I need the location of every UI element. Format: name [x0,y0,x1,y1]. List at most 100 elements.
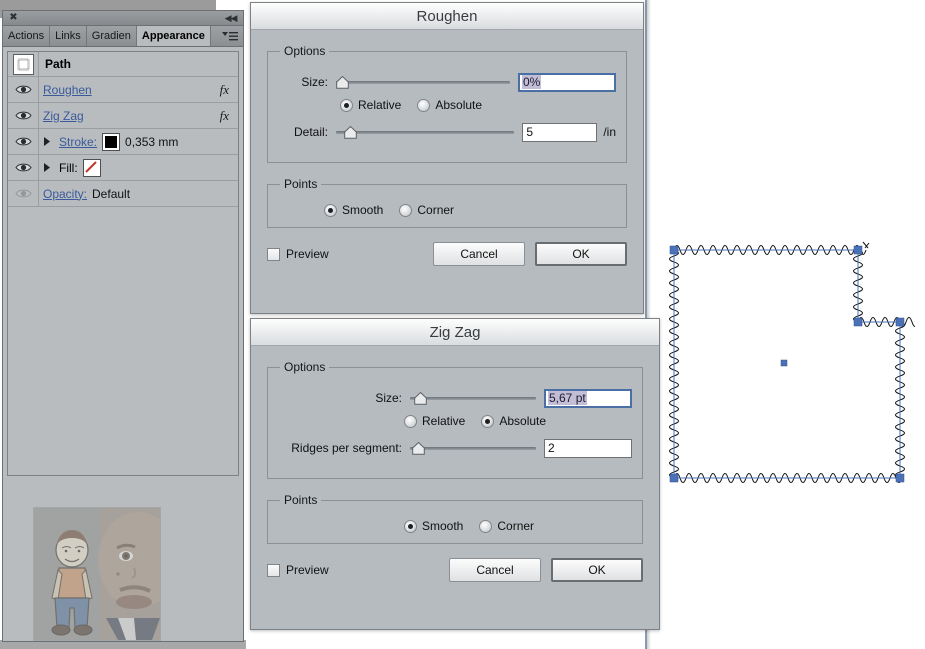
zigzag-options-legend: Options [284,360,326,374]
path-label: Path [45,57,72,71]
fx-icon[interactable]: fx [220,108,229,124]
roughen-size-row[interactable]: Size: 0% [278,70,616,94]
zigzag-button-row[interactable]: Preview Cancel OK [267,558,643,582]
fill-row-label[interactable]: Fill: [55,158,101,177]
zigzag-row-label[interactable]: Zig Zag [39,109,84,123]
zigzag-points-radios[interactable]: Smooth Corner [404,519,632,533]
zigzag-ridges-slider[interactable] [410,441,536,455]
roughen-detail-unit: /in [603,125,616,139]
zigzag-relative-label: Relative [422,414,466,428]
roughen-detail-label: Detail: [293,125,328,139]
appearance-panel[interactable]: ✖ ◀◀ Actions Links Gradien Appearance Pa… [2,10,244,642]
appearance-row-roughen[interactable]: Roughen fx [8,77,238,103]
slider-thumb[interactable] [344,126,357,139]
roughen-detail-input[interactable]: 5 [522,122,598,142]
roughen-button-row[interactable]: Preview Cancel OK [267,242,627,266]
tab-actions[interactable]: Actions [3,26,51,46]
zigzag-link[interactable]: Zig Zag [43,109,84,123]
zigzag-size-row[interactable]: Size: 5,67 pt [278,386,632,410]
roughen-ok-button[interactable]: OK [535,242,627,266]
visibility-eye-icon[interactable] [8,155,39,180]
fill-none-swatch[interactable] [82,158,101,177]
zigzag-cancel-label: Cancel [476,563,514,577]
tab-actions-label: Actions [8,30,45,42]
radio-dot-icon [481,414,495,428]
checkbox-box-icon [267,563,280,577]
stroke-link[interactable]: Stroke: [59,135,97,149]
collapse-panel-icon[interactable]: ◀◀ [224,12,238,23]
appearance-row-path[interactable]: Path [8,52,238,77]
fx-icon[interactable]: fx [220,82,229,98]
opacity-link[interactable]: Opacity: [43,187,87,201]
roughen-size-input[interactable]: 0% [518,72,616,92]
zigzag-size-slider[interactable] [410,391,536,405]
zigzag-ridges-input[interactable]: 2 [544,438,632,458]
zigzag-ridges-row[interactable]: Ridges per segment: 2 [278,436,632,460]
zigzag-points-legend: Points [284,493,318,507]
path-thumbnail-cell [8,52,39,76]
slider-thumb[interactable] [412,442,425,455]
zigzag-cancel-button[interactable]: Cancel [449,558,541,582]
tab-appearance-label: Appearance [141,30,205,42]
roughen-detail-row[interactable]: Detail: 5 /in [278,120,616,144]
tab-gradient[interactable]: Gradien [86,26,137,46]
roughen-title-text: Roughen [416,7,478,25]
close-icon[interactable]: ✖ [8,12,19,23]
appearance-list-empty-area[interactable] [7,207,239,476]
zigzag-size-input[interactable]: 5,67 pt [544,388,632,408]
zigzag-relative-radio[interactable]: Relative [404,414,465,428]
roughen-size-slider[interactable] [336,75,510,89]
zigzag-ok-button[interactable]: OK [551,558,643,582]
roughen-cancel-label: Cancel [460,247,498,261]
expand-triangle-icon[interactable] [39,137,55,146]
roughen-mode-radios[interactable]: Relative Absolute [340,98,616,112]
roughen-points-radios[interactable]: Smooth Corner [324,203,616,217]
roughen-detail-slider[interactable] [336,125,515,139]
stroke-row-label[interactable]: Stroke: 0,353 mm [55,132,178,151]
visibility-eye-icon[interactable] [8,103,39,128]
zigzag-ridges-value: 2 [548,441,555,455]
roughen-preview-checkbox[interactable]: Preview [267,247,329,261]
tab-links[interactable]: Links [50,26,87,46]
stroke-color-swatch[interactable] [102,132,121,151]
appearance-row-opacity[interactable]: Opacity: Default [8,181,238,207]
slider-thumb[interactable] [414,392,427,405]
zigzag-preview-label: Preview [286,563,329,577]
slider-thumb[interactable] [336,76,349,89]
zigzag-size-label: Size: [375,391,402,405]
roughen-corner-radio[interactable]: Corner [399,203,454,217]
appearance-row-zigzag[interactable]: Zig Zag fx [8,103,238,129]
expand-triangle-icon[interactable] [39,163,55,172]
slider-track [410,397,536,400]
roughen-cancel-button[interactable]: Cancel [433,242,525,266]
appearance-row-fill[interactable]: Fill: [8,155,238,181]
zigzag-ridges-label: Ridges per segment: [291,441,402,455]
zigzag-dialog[interactable]: Zig Zag Options Size: 5,67 pt Relative A… [250,318,660,630]
opacity-row-label[interactable]: Opacity: Default [39,187,130,201]
appearance-list[interactable]: Path Roughen fx Zig Zag fx Stroke: 0,353… [7,51,239,207]
roughen-row-label[interactable]: Roughen [39,83,92,97]
panel-tabbar[interactable]: Actions Links Gradien Appearance [3,26,243,47]
roughen-relative-radio[interactable]: Relative [340,98,401,112]
visibility-eye-icon-disabled[interactable] [8,181,39,206]
zigzag-path-artwork[interactable] [660,238,915,494]
visibility-eye-icon[interactable] [8,129,39,154]
panel-menu-icon[interactable] [217,26,243,46]
roughen-dialog[interactable]: Roughen Options Size: 0% Relative Absolu… [250,2,644,314]
tab-appearance[interactable]: Appearance [136,26,211,46]
roughen-smooth-radio[interactable]: Smooth [324,203,383,217]
roughen-absolute-radio[interactable]: Absolute [417,98,482,112]
zigzag-ok-label: OK [588,563,606,577]
appearance-row-stroke[interactable]: Stroke: 0,353 mm [8,129,238,155]
zigzag-smooth-radio[interactable]: Smooth [404,519,463,533]
zigzag-mode-radios[interactable]: Relative Absolute [404,414,632,428]
visibility-eye-icon[interactable] [8,77,39,102]
panel-titlebar: ✖ ◀◀ [3,11,243,26]
zigzag-preview-checkbox[interactable]: Preview [267,563,329,577]
radio-dot-icon [417,98,431,112]
zigzag-corner-radio[interactable]: Corner [479,519,534,533]
slider-track [336,131,515,134]
roughen-link[interactable]: Roughen [43,83,92,97]
zigzag-absolute-radio[interactable]: Absolute [481,414,546,428]
tab-gradient-label: Gradien [91,30,131,42]
